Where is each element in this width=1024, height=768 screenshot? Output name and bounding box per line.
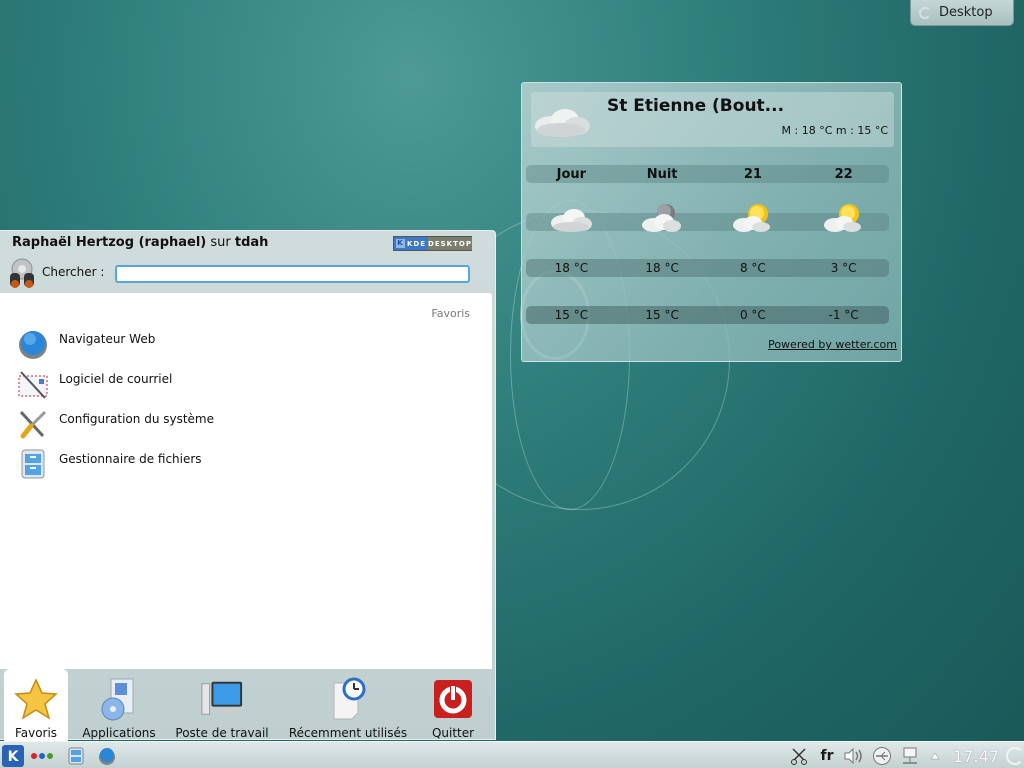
forecast-low-temp: 15 °C [554,308,589,322]
tab-label: Favoris [14,726,58,740]
launcher-tabs: Favoris Applications Poste de travail Ré… [0,669,494,741]
host-name: tdah [234,235,269,250]
tab-label: Poste de travail [175,726,269,740]
file-manager-launcher[interactable] [66,745,86,767]
badge-desktop-text: DESKTOP [428,237,472,250]
favorite-label: Logiciel de courriel [59,372,173,386]
power-icon [431,677,475,721]
network-button[interactable] [898,745,922,767]
forecast-header-row: Jour Nuit 21 22 [526,165,889,183]
tab-label: Applications [82,726,156,740]
tab-leave[interactable]: Quitter [426,669,480,741]
activities-icon [31,753,53,759]
forecast-icon-row [526,204,889,232]
web-browser-launcher[interactable] [96,745,118,767]
forecast-low-temp: -1 °C [828,308,859,322]
taskbar-panel: K fr 17:47 [0,741,1024,768]
weather-header: St Etienne (Bout... M : 18 °C m : 15 °C [531,92,894,147]
partly-sunny-icon [732,204,770,232]
cloudy-icon [551,209,593,232]
tab-favorites[interactable]: Favoris [4,669,68,741]
file-manager-icon [68,747,84,765]
section-title: Favoris [431,307,470,320]
clipboard-button[interactable] [788,745,810,767]
user-info: Raphaël Hertzog (raphael) sur tdah [12,235,268,250]
favorite-label: Navigateur Web [59,332,156,346]
web-browser-icon [16,327,50,361]
tab-label: Quitter [431,726,475,740]
network-icon [903,747,917,764]
favorite-item-file-manager[interactable]: Gestionnaire de fichiers [16,447,456,483]
star-icon [14,677,58,721]
favorite-label: Configuration du système [59,412,214,426]
kickoff-launcher-button[interactable]: K [2,745,24,767]
recent-icon [326,677,370,721]
forecast-day-label: 21 [743,166,762,182]
cloudy-icon [535,109,590,137]
powered-by-link[interactable]: Powered by wetter.com [768,338,897,351]
desktop-toolbox-button[interactable]: Desktop [910,0,1014,26]
partly-sunny-icon [823,204,861,232]
computer-icon [200,677,244,721]
plasma-logo-icon [919,6,931,19]
tab-applications[interactable]: Applications [82,669,156,741]
volume-button[interactable] [842,745,866,767]
keyboard-layout-button[interactable]: fr [816,745,838,767]
forecast-high-row: 18 °C 18 °C 8 °C 3 °C [526,259,889,277]
system-settings-icon [16,407,50,441]
kde-logo-icon: K [2,745,24,767]
tab-computer[interactable]: Poste de travail [175,669,269,741]
favorite-item-web-browser[interactable]: Navigateur Web [16,327,456,363]
device-notifier-button[interactable] [870,745,894,767]
desktop-label: Desktop [939,5,993,20]
favorite-item-system-settings[interactable]: Configuration du système [16,407,456,443]
digital-clock[interactable]: 17:47 [948,745,1004,767]
applications-icon [97,677,141,721]
forecast-day-label: Jour [556,166,587,182]
forecast-day-label: Nuit [646,166,678,182]
panel-toolbox-button[interactable] [1006,745,1024,767]
svg-text:K: K [8,749,20,765]
badge-kde-text: KDE [407,239,427,248]
usb-icon [873,747,891,765]
weather-city: St Etienne (Bout... [607,96,785,116]
cloudy-night-icon [642,204,682,232]
kde-logo-icon: K [396,239,405,248]
show-hidden-icons-button[interactable] [928,745,942,767]
tab-label: Récemment utilisés [288,726,408,740]
scissors-icon [791,748,807,765]
forecast-low-temp: 15 °C [645,308,679,322]
favorites-list: Favoris Navigateur Web Logiciel de courr… [0,293,492,669]
web-browser-icon [99,748,115,765]
forecast-high-temp: 3 °C [830,261,857,275]
favorite-item-email-client[interactable]: Logiciel de courriel [16,367,456,403]
forecast-high-temp: 18 °C [554,261,589,275]
weather-widget[interactable]: St Etienne (Bout... M : 18 °C m : 15 °C … [521,82,902,362]
forecast-low-row: 15 °C 15 °C 0 °C -1 °C [526,306,889,324]
application-launcher-menu: Raphaël Hertzog (raphael) sur tdah K KDE … [0,230,496,741]
plasma-logo-icon [1006,747,1024,765]
forecast-high-temp: 18 °C [645,261,679,275]
binoculars-icon [10,258,34,288]
favorite-label: Gestionnaire de fichiers [59,452,202,466]
email-client-icon [16,367,50,401]
weather-max-min: M : 18 °C m : 15 °C [781,124,888,137]
user-name: Raphaël Hertzog (raphael) [12,235,207,250]
tab-recently-used[interactable]: Récemment utilisés [288,669,408,741]
forecast-high-temp: 8 °C [739,261,766,275]
kde-desktop-badge: K KDE DESKTOP [393,236,472,251]
search-input[interactable] [115,265,470,283]
arrow-up-icon [930,752,940,760]
forecast-low-temp: 0 °C [739,308,766,322]
search-label: Chercher : [42,265,105,279]
forecast-day-label: 22 [834,166,853,182]
user-on-text: sur [206,235,235,250]
file-manager-icon [16,447,50,481]
activity-manager-button[interactable] [30,745,54,767]
speaker-icon [844,747,862,765]
